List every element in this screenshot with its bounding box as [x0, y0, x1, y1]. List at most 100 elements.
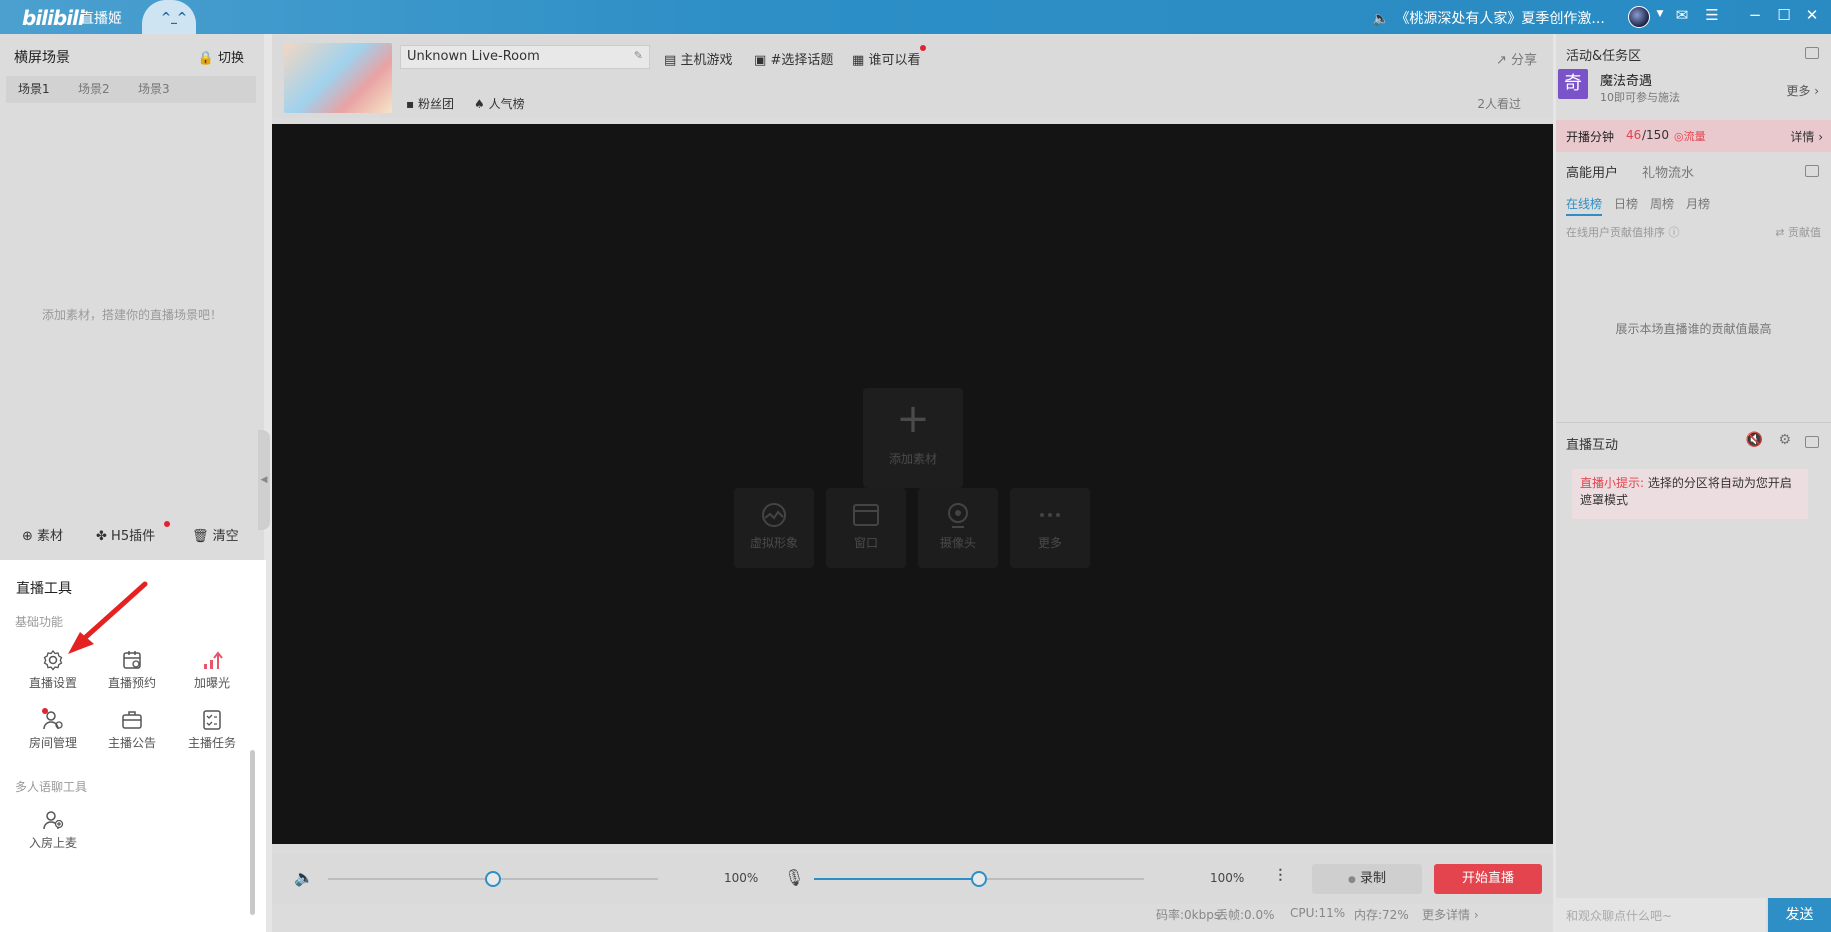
info-icon: ⓘ: [1668, 226, 1680, 239]
scene-empty-tip: 添加素材，搭建你的直播场景吧！: [41, 308, 222, 322]
tip-prefix: 直播小提示:: [1580, 476, 1645, 490]
flow-label: 流量: [1683, 130, 1706, 143]
add-icon: ⊕: [22, 529, 33, 544]
source-window-button[interactable]: 窗口: [826, 488, 906, 568]
record-button[interactable]: ● 录制: [1312, 864, 1422, 894]
tool-streamer-tasks[interactable]: 主播任务: [177, 708, 247, 751]
share-button[interactable]: ↗ 分享: [1496, 49, 1537, 68]
bitrate-status: 码率:0kbps: [1156, 908, 1221, 922]
mic-volume-value: 100%: [1210, 871, 1245, 885]
virtual-avatar-icon: [762, 503, 786, 527]
minutes-value: 46: [1626, 128, 1642, 142]
switch-label: 切换: [217, 51, 244, 66]
mixer-icon[interactable]: ⫶: [1278, 866, 1283, 887]
tool-label: 主播公告: [107, 736, 156, 750]
source-label: 窗口: [853, 536, 878, 550]
close-icon[interactable]: ✕: [1802, 6, 1822, 24]
collapse-handle[interactable]: ◀: [258, 430, 270, 530]
mic-volume-slider[interactable]: [814, 871, 1144, 887]
edit-icon: ✎: [633, 49, 643, 62]
interaction-header: 直播互动: [1566, 438, 1619, 453]
preview-stage[interactable]: + 添加素材 虚拟形象 窗口 摄像头 更多: [272, 124, 1553, 844]
send-button[interactable]: 发送: [1768, 898, 1831, 932]
popularity-button[interactable]: ♠ 人气榜: [474, 95, 525, 112]
material-button[interactable]: ⊕ 素材: [22, 525, 63, 544]
flow-tag: ◎流量: [1674, 128, 1706, 144]
start-live-button[interactable]: 开始直播: [1434, 864, 1542, 894]
tool-join-mic[interactable]: 入房上麦: [18, 808, 88, 851]
tab-gift-flow[interactable]: 礼物流水: [1642, 162, 1694, 181]
popout-icon[interactable]: [1805, 47, 1819, 59]
fan-club-button[interactable]: ▪ 粉丝团: [406, 95, 454, 112]
tool-boost-exposure[interactable]: 加曝光: [177, 648, 247, 691]
mute-icon[interactable]: 🔇: [1746, 432, 1763, 448]
mic-volume-knob[interactable]: [971, 871, 987, 887]
tab-online-rank[interactable]: 在线榜: [1566, 195, 1603, 216]
clear-button[interactable]: 🗑 清空: [192, 525, 239, 544]
h5-plugin-button[interactable]: ✤ H5插件: [96, 525, 155, 544]
topic-selector[interactable]: ▣ #选择话题: [754, 49, 833, 68]
tool-announcement[interactable]: 主播公告: [97, 708, 167, 751]
source-avatar-button[interactable]: 虚拟形象: [734, 488, 814, 568]
tool-label: 加曝光: [193, 676, 230, 690]
center-panel: Unknown Live-Room ✎ ▤ 主机游戏 ▣ #选择话题 ▦ 谁可以…: [272, 34, 1553, 932]
share-icon: ↗: [1495, 53, 1507, 68]
menu-icon[interactable]: ☰: [1702, 6, 1722, 24]
speaker-volume-icon[interactable]: 🔈: [294, 868, 314, 887]
tab-scene-2[interactable]: 场景2: [78, 80, 110, 97]
mic-icon[interactable]: 🎙: [784, 868, 804, 887]
speaker-volume-knob[interactable]: [485, 871, 501, 887]
source-camera-button[interactable]: 摄像头: [918, 488, 998, 568]
add-material-label: 添加素材: [888, 452, 937, 466]
gear-icon[interactable]: ⚙: [1778, 432, 1791, 448]
room-title-input[interactable]: Unknown Live-Room ✎: [400, 45, 650, 69]
speaker-volume-value: 100%: [724, 871, 759, 885]
contribution-sort-button[interactable]: ⇄ 贡献值: [1775, 224, 1821, 240]
flow-icon: ◎: [1674, 130, 1684, 143]
audio-control-bar: 🔈 100% 🎙 100% ⫶ ● 录制 开始直播: [272, 854, 1553, 904]
memory-status: 内存:72%: [1354, 908, 1409, 922]
tab-daily-rank[interactable]: 日榜: [1614, 195, 1638, 212]
tab-monthly-rank[interactable]: 月榜: [1686, 195, 1710, 212]
swap-icon: ⇄: [1775, 226, 1785, 239]
popout-icon[interactable]: [1805, 436, 1819, 448]
switch-button[interactable]: 🔒 切换: [198, 47, 244, 66]
user-avatar[interactable]: [1628, 6, 1650, 28]
room-cover-image[interactable]: [284, 43, 392, 113]
add-material-button[interactable]: + 添加素材: [863, 388, 963, 488]
maximize-icon[interactable]: ☐: [1774, 6, 1794, 24]
more-details-link[interactable]: 更多详情 ›: [1422, 906, 1479, 923]
activity-title[interactable]: 魔法奇遇: [1600, 70, 1652, 89]
tab-scene-3[interactable]: 场景3: [138, 80, 170, 97]
more-details-label: 更多详情: [1422, 908, 1471, 922]
tool-room-management[interactable]: 房间管理: [18, 708, 88, 751]
lock-icon: 🔒: [197, 51, 214, 66]
live-tip-box: 直播小提示: 选择的分区将自动为您开启遮罩模式: [1572, 469, 1808, 519]
section-divider: [1556, 422, 1831, 423]
minutes-label: 开播分钟: [1566, 130, 1615, 144]
minimize-icon[interactable]: −: [1745, 6, 1765, 24]
speaker-volume-slider[interactable]: [328, 871, 658, 887]
popout-icon[interactable]: [1805, 165, 1819, 177]
badge-icon: ▪: [406, 97, 415, 111]
tab-high-energy-users[interactable]: 高能用户: [1566, 162, 1618, 181]
cpu-status: CPU:11%: [1290, 906, 1346, 920]
source-more-button[interactable]: 更多: [1010, 488, 1090, 568]
app-name: 直播姬: [80, 11, 122, 27]
tool-label: 主播任务: [187, 736, 236, 750]
notice-banner[interactable]: 🔈 《桃源深处有人家》夏季创作激...: [1372, 8, 1605, 28]
tools-scrollbar[interactable]: [250, 750, 255, 915]
minutes-detail-link[interactable]: 详情 ›: [1790, 128, 1823, 145]
tab-scene-1[interactable]: 场景1: [18, 80, 50, 97]
minutes-total: /150: [1642, 128, 1669, 142]
chat-input[interactable]: 和观众聊点什么吧~: [1556, 898, 1766, 932]
mail-icon[interactable]: ✉: [1672, 6, 1692, 24]
tab-weekly-rank[interactable]: 周榜: [1650, 195, 1674, 212]
more-icon: [1040, 513, 1060, 517]
detail-label: 详情: [1790, 130, 1815, 144]
visibility-selector[interactable]: ▦ 谁可以看: [852, 49, 920, 68]
category-selector[interactable]: ▤ 主机游戏: [664, 49, 732, 68]
chevron-down-icon[interactable]: ▼: [1650, 9, 1670, 19]
user-add-icon: [43, 811, 64, 830]
activity-more-link[interactable]: 更多 ›: [1786, 82, 1819, 99]
